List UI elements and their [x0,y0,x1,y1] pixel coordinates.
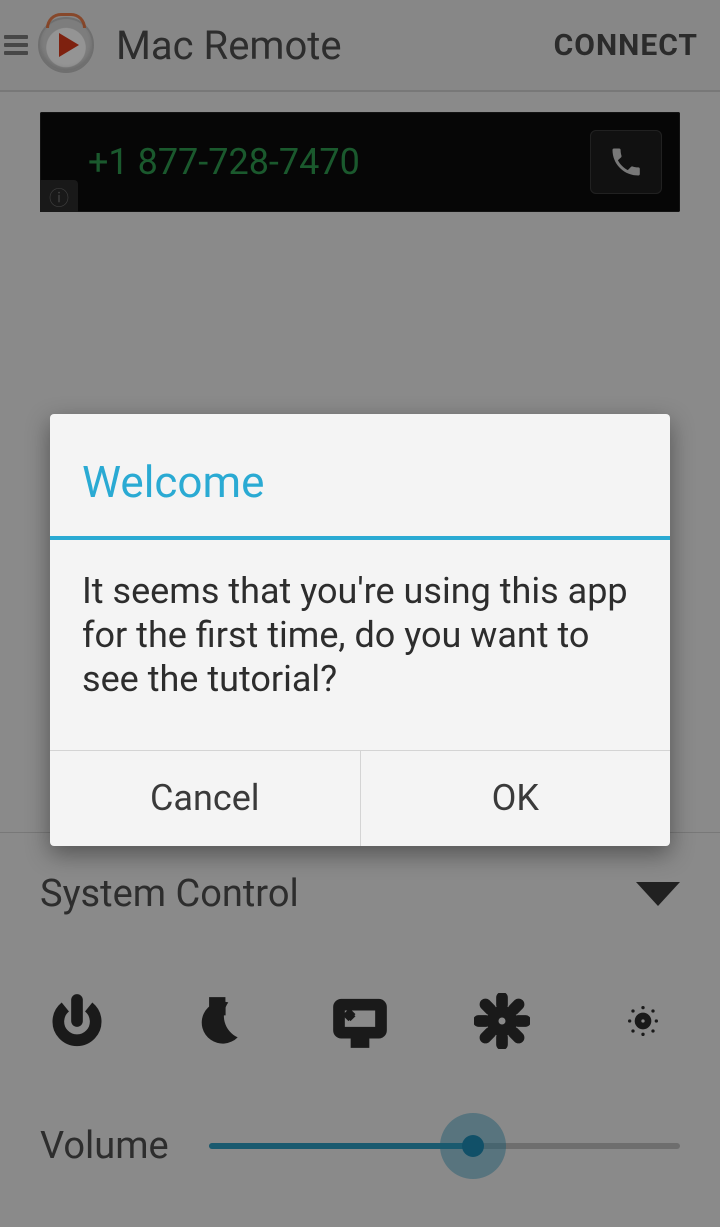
dialog-actions: Cancel OK [50,750,670,846]
ok-button[interactable]: OK [360,751,671,846]
dialog-message: It seems that you're using this app for … [50,540,670,750]
welcome-dialog: Welcome It seems that you're using this … [50,414,670,846]
cancel-button[interactable]: Cancel [50,751,360,846]
dialog-title: Welcome [50,414,670,536]
